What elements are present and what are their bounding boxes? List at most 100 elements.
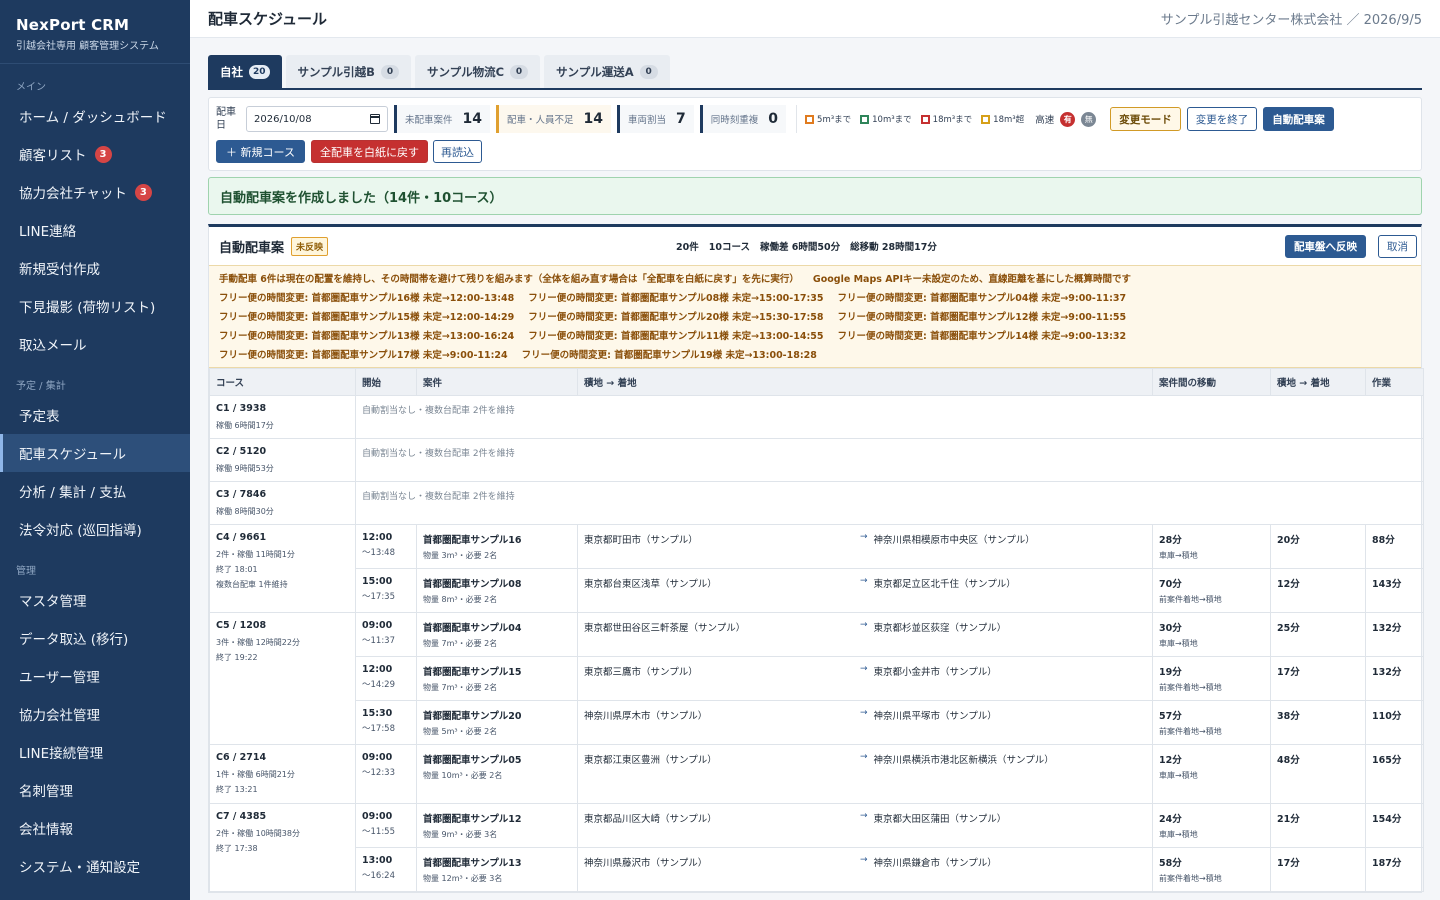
nav-section-label: アカウント [0, 885, 190, 900]
end-time: 〜17:58 [362, 724, 395, 734]
sidebar-item[interactable]: 顧客リスト 3 [0, 135, 190, 173]
content: 自社 20 サンプル引越B 0 サンプル物流C 0 サンプル運送A 0 配車日 2026/10… [208, 55, 1424, 893]
col-start[interactable]: 開始 [355, 368, 417, 396]
job-detail: 物量 8m³・必要 2名 [423, 595, 498, 604]
job-cell[interactable]: 首都圏配車サンプル13 物量 12m³・必要 3名 [416, 847, 578, 892]
partner-tab[interactable]: サンプル運送A 0 [544, 55, 670, 88]
job-name[interactable]: 首都圏配車サンプル05 [423, 752, 571, 766]
route-cell: 東京都町田市（サンプル） → 神奈川県相模原市中央区（サンプル） [577, 524, 1153, 569]
sidebar-item[interactable]: 協力会社チャット 3 [0, 173, 190, 211]
sidebar-item[interactable]: 取込メール [0, 325, 190, 363]
load-time: 48分 [1270, 744, 1366, 804]
nav-section-label: 予定 / 集計 [16, 381, 66, 392]
legend-square-icon [920, 114, 930, 124]
partner-tab[interactable]: 自社 20 [208, 55, 282, 88]
job-name[interactable]: 首都圏配車サンプル20 [423, 708, 571, 722]
auto-dispatch-button[interactable]: 自動配車案 [1263, 107, 1334, 131]
col-work[interactable]: 作業 [1365, 368, 1424, 396]
sidebar-item-label: ホーム / ダッシュボード [19, 110, 167, 126]
change-mode-button[interactable]: 変更モード [1110, 107, 1181, 131]
job-cell[interactable]: 首都圏配車サンプル12 物量 9m³・必要 3名 [416, 803, 578, 848]
brand-subtitle: 引越会社専用 顧客管理システム [16, 41, 159, 52]
dispatch-date-input[interactable]: 2026/10/08 [246, 106, 388, 132]
nav-section-label: メイン [16, 82, 46, 93]
end-time: 〜14:29 [362, 680, 395, 690]
move-detail: 車庫→積地 [1159, 551, 1198, 560]
job-name[interactable]: 首都圏配車サンプル16 [423, 532, 571, 546]
col-route[interactable]: 積地 → 着地 [577, 368, 1153, 396]
sidebar-item[interactable]: マスタ管理 [0, 581, 190, 619]
sidebar-item[interactable]: 下見撮影 (荷物リスト) [0, 287, 190, 325]
sidebar-nav: メインホーム / ダッシュボード顧客リスト 3 協力会社チャット 3 LINE連絡 新規受… [0, 64, 190, 900]
move-detail: 前案件着地→積地 [1159, 727, 1222, 736]
course-cell[interactable]: C1 / 3938 稼働 6時間17分 [209, 395, 356, 439]
new-course-button[interactable]: ＋ 新規コース [216, 140, 305, 163]
job-name[interactable]: 首都圏配車サンプル15 [423, 664, 571, 678]
partner-tab[interactable]: サンプル引越B 0 [285, 55, 411, 88]
start-cell: 09:00 〜12:33 [355, 744, 417, 804]
note-text: フリー便の時間変更: 首都圏配車サンプル08様 未定→15:00-17:35 [528, 293, 824, 304]
course-name: C7 / 4385 [216, 811, 267, 822]
col-course[interactable]: コース [209, 368, 356, 396]
col-job[interactable]: 案件 [416, 368, 578, 396]
job-cell[interactable]: 首都圏配車サンプル04 物量 7m³・必要 2名 [416, 612, 578, 657]
sidebar-item[interactable]: ユーザー管理 [0, 657, 190, 695]
sidebar-item[interactable]: LINE連絡 [0, 211, 190, 249]
course-cell[interactable]: C4 / 9661 2件・稼働 11時間1分 終了 18:01 複数台配車 1件維持 [209, 524, 356, 613]
note-line: フリー便の時間変更: 首都圏配車サンプル15様 未定→12:00-14:29 フリ… [219, 308, 1411, 327]
sidebar-item[interactable]: ホーム / ダッシュボード [0, 97, 190, 135]
brand[interactable]: NexPort CRM 引越会社専用 顧客管理システム [0, 0, 190, 64]
sidebar-item[interactable]: 協力会社管理 [0, 695, 190, 733]
partner-tab[interactable]: サンプル物流C 0 [414, 55, 541, 88]
course-summary: 稼働 6時間17分 [216, 421, 274, 430]
col-move[interactable]: 案件間の移動 [1152, 368, 1271, 396]
job-cell[interactable]: 首都圏配車サンプル15 物量 7m³・必要 2名 [416, 656, 578, 701]
end-time: 〜11:37 [362, 636, 395, 646]
cancel-proposal-button[interactable]: 取消 [1378, 235, 1417, 258]
job-name[interactable]: 首都圏配車サンプル04 [423, 620, 571, 634]
course-summary-line: 終了 19:22 [216, 653, 258, 662]
table-row: C1 / 3938 稼働 6時間17分 自動割当なし・複数台配車 2件を維持 [209, 395, 1424, 439]
sidebar-item[interactable]: 配車スケジュール [0, 434, 190, 472]
arrow-right-icon: → [860, 708, 868, 718]
job-name[interactable]: 首都圏配車サンプル12 [423, 811, 571, 825]
expressway-off-button[interactable]: 無 [1081, 111, 1097, 127]
start-time: 12:00 [362, 664, 393, 675]
expressway-on-button[interactable]: 有 [1060, 111, 1076, 127]
apply-to-board-button[interactable]: 配車盤へ反映 [1285, 235, 1366, 258]
col-load[interactable]: 積地 → 着地 [1270, 368, 1366, 396]
course-summary: 3件・稼働 12時間22分 終了 19:22 [216, 635, 349, 665]
sidebar-item[interactable]: 法令対応 (巡回指導) [0, 510, 190, 548]
course-cell[interactable]: C7 / 4385 2件・稼働 10時間38分 終了 17:38 [209, 803, 356, 892]
sidebar-item[interactable]: 予定表 [0, 396, 190, 434]
job-cell[interactable]: 首都圏配車サンプル16 物量 3m³・必要 2名 [416, 524, 578, 569]
sidebar-item[interactable]: 新規受付作成 [0, 249, 190, 287]
sidebar-item[interactable]: 分析 / 集計 / 支払 [0, 472, 190, 510]
end-change-button[interactable]: 変更を終了 [1186, 107, 1258, 131]
tab-label: 自社 [220, 64, 243, 79]
course-cell[interactable]: C5 / 1208 3件・稼働 12時間22分 終了 19:22 [209, 612, 356, 745]
job-name[interactable]: 首都圏配車サンプル08 [423, 576, 571, 590]
sidebar-item[interactable]: LINE接続管理 [0, 733, 190, 771]
job-cell[interactable]: 首都圏配車サンプル05 物量 10m³・必要 2名 [416, 744, 578, 804]
sidebar-item[interactable]: データ取込 (移行) [0, 619, 190, 657]
move-detail: 車庫→積地 [1159, 830, 1198, 839]
reload-button[interactable]: 再読込 [432, 140, 482, 163]
course-summary: 2件・稼働 10時間38分 終了 17:38 [216, 826, 349, 856]
reset-all-button[interactable]: 全配車を白紙に戻す [310, 140, 428, 163]
job-cell[interactable]: 首都圏配車サンプル20 物量 5m³・必要 2名 [416, 700, 578, 745]
sidebar-item[interactable]: 会社情報 [0, 809, 190, 847]
sidebar-item[interactable]: システム・通知設定 [0, 847, 190, 885]
course-cell[interactable]: C6 / 2714 1件・稼働 6時間21分 終了 13:21 [209, 744, 356, 804]
calendar-icon[interactable] [370, 114, 380, 124]
work-time: 88分 [1365, 524, 1424, 569]
sidebar-item[interactable]: 名刺管理 [0, 771, 190, 809]
end-time: 〜16:24 [362, 871, 395, 881]
course-cell[interactable]: C2 / 5120 稼働 9時間53分 [209, 438, 356, 482]
move-cell: 28分 車庫→積地 [1152, 524, 1271, 569]
move-cell: 24分 車庫→積地 [1152, 803, 1271, 848]
job-cell[interactable]: 首都圏配車サンプル08 物量 8m³・必要 2名 [416, 568, 578, 613]
course-cell[interactable]: C3 / 7846 稼働 8時間30分 [209, 481, 356, 525]
note-line: フリー便の時間変更: 首都圏配車サンプル16様 未定→12:00-13:48 フリ… [219, 289, 1411, 308]
job-name[interactable]: 首都圏配車サンプル13 [423, 855, 571, 869]
